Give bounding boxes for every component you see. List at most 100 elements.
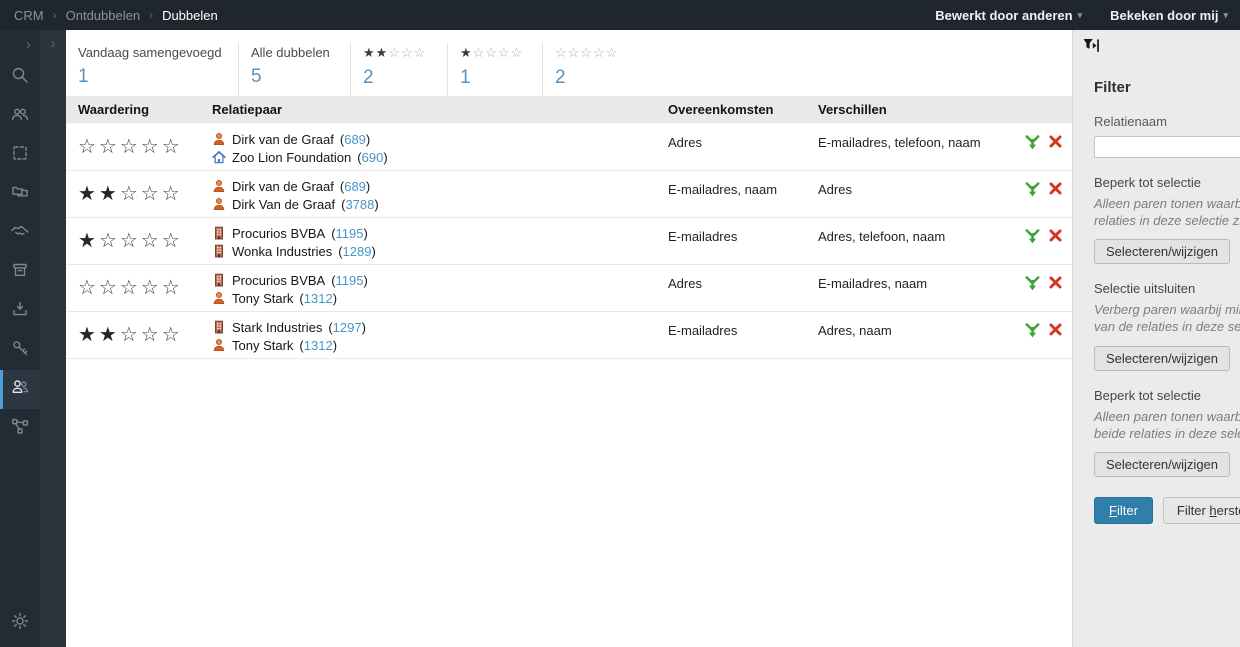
sidebar-item-search[interactable] <box>0 58 40 97</box>
row-matches: E-mailadres <box>668 218 818 264</box>
row-differences: E-mailadres, naam <box>818 265 1012 311</box>
row-differences: E-mailadres, telefoon, naam <box>818 124 1012 170</box>
menu-bewerkt-door-anderen[interactable]: Bewerkt door anderen ▾ <box>935 8 1082 23</box>
filter-title: Filter <box>1094 79 1240 96</box>
key-icon <box>10 338 30 363</box>
stat-item[interactable]: Vandaag samengevoegd 1 <box>66 43 238 96</box>
entity-id-link[interactable]: 3788 <box>345 197 374 212</box>
merge-button[interactable] <box>1025 323 1040 338</box>
select-change-button-3[interactable]: Selecteren/wijzigen <box>1094 452 1230 477</box>
reject-button[interactable] <box>1049 323 1062 336</box>
house-icon <box>212 150 226 164</box>
sidebar-item-import[interactable] <box>0 292 40 331</box>
entity-name: Tony Stark <box>232 291 293 306</box>
menu-bekeken-door-mij[interactable]: Bekeken door mij ▾ <box>1110 8 1228 23</box>
table-row[interactable]: ★★☆☆☆ Stark Industries (1297)Tony Stark(1… <box>66 312 1072 359</box>
sidebar-item-deduplicate[interactable] <box>0 370 40 409</box>
selection-frame-icon <box>10 143 30 168</box>
duplicates-list: ☆☆☆☆☆ Dirk van de Graaf(689)Zoo Lion Fou… <box>66 123 1072 359</box>
merge-button[interactable] <box>1025 229 1040 244</box>
gear-icon <box>10 611 30 636</box>
filter-apply-button[interactable]: Filter <box>1094 497 1153 524</box>
pair-entity: Stark Industries (1297) <box>212 318 668 336</box>
table-row[interactable]: ☆☆☆☆☆ Dirk van de Graaf(689)Zoo Lion Fou… <box>66 124 1072 171</box>
person-icon <box>212 132 226 146</box>
secondary-sidebar-collapsed[interactable]: › <box>40 30 66 647</box>
reject-button[interactable] <box>1049 229 1062 242</box>
entity-id: (1312) <box>299 291 337 306</box>
entity-id-link[interactable]: 1297 <box>333 320 362 335</box>
stat-rating-stars: ★☆☆☆☆ <box>460 45 532 61</box>
relatienaam-input[interactable] <box>1094 136 1240 158</box>
breadcrumb: CRM › Ontdubbelen › Dubbelen <box>14 8 218 23</box>
stat-rating-stars: ☆☆☆☆☆ <box>555 45 627 61</box>
stat-item[interactable]: Alle dubbelen 5 <box>238 43 350 96</box>
entity-id-link[interactable]: 689 <box>344 179 366 194</box>
entity-id-link[interactable]: 1195 <box>336 273 364 288</box>
entity-id: (3788) <box>341 197 379 212</box>
table-row[interactable]: ☆☆☆☆☆ Procurios BVBA(1195)Tony Stark(131… <box>66 265 1072 312</box>
filter-reset-button[interactable]: Filter herstellen <box>1163 497 1240 524</box>
entity-id-link[interactable]: 690 <box>362 150 384 165</box>
handshake-icon <box>10 221 30 246</box>
entity-id-link[interactable]: 689 <box>344 132 366 147</box>
relatienaam-label: Relatienaam <box>1094 114 1240 129</box>
row-differences: Adres, telefoon, naam <box>818 218 1012 264</box>
entity-id-link[interactable]: 1195 <box>336 226 364 241</box>
stat-item[interactable]: ☆☆☆☆☆ 2 <box>542 43 637 96</box>
person-icon <box>212 291 226 305</box>
sidebar-item-network[interactable] <box>0 409 40 448</box>
left-sidebar: › <box>0 30 40 647</box>
reject-button[interactable] <box>1049 135 1062 148</box>
entity-name: Stark Industries <box>232 320 322 335</box>
entity-name: Dirk Van de Graaf <box>232 197 335 212</box>
sidebar-item-agreements[interactable] <box>0 214 40 253</box>
row-rating-stars: ★★☆☆☆ <box>66 312 212 358</box>
entity-id-link[interactable]: 1312 <box>304 338 333 353</box>
merge-button[interactable] <box>1025 182 1040 197</box>
filter-collapse-icon[interactable] <box>1083 38 1102 54</box>
breadcrumb-crm[interactable]: CRM <box>14 8 44 23</box>
sidebar-item-access-keys[interactable] <box>0 331 40 370</box>
row-relation-pair: Procurios BVBA(1195)Wonka Industries(128… <box>212 218 668 264</box>
pair-entity: Procurios BVBA(1195) <box>212 271 668 289</box>
stats-bar: Vandaag samengevoegd 1 Alle dubbelen 5 ★… <box>66 30 1072 96</box>
breadcrumb-dubbelen: Dubbelen <box>162 8 218 23</box>
row-differences: Adres <box>818 171 1012 217</box>
select-change-button-2[interactable]: Selecteren/wijzigen <box>1094 346 1230 371</box>
reject-button[interactable] <box>1049 182 1062 195</box>
column-overeenkomsten: Overeenkomsten <box>668 102 818 117</box>
entity-id: (1297) <box>328 320 366 335</box>
sidebar-item-settings[interactable] <box>0 604 40 643</box>
table-row[interactable]: ★★☆☆☆ Dirk van de Graaf(689)Dirk Van de … <box>66 171 1072 218</box>
pair-entity: Wonka Industries(1289) <box>212 242 668 260</box>
merge-button[interactable] <box>1025 135 1040 150</box>
breadcrumb-ontdubbelen[interactable]: Ontdubbelen <box>66 8 140 23</box>
pair-entity: Tony Stark (1312) <box>212 289 668 307</box>
pair-entity: Tony Stark(1312) <box>212 336 668 354</box>
pair-entity: Dirk van de Graaf(689) <box>212 130 668 148</box>
pair-entity: Dirk van de Graaf(689) <box>212 177 668 195</box>
filter-panel: Filter Relatienaam Beperk tot selectie A… <box>1072 30 1240 647</box>
sidebar-item-folders[interactable] <box>0 175 40 214</box>
entity-id-link[interactable]: 1289 <box>343 244 372 259</box>
table-header: Waardering Relatiepaar Overeenkomsten Ve… <box>66 96 1072 123</box>
sidebar-item-selection[interactable] <box>0 136 40 175</box>
table-row[interactable]: ★☆☆☆☆ Procurios BVBA(1195)Wonka Industri… <box>66 218 1072 265</box>
select-change-button-1[interactable]: Selecteren/wijzigen <box>1094 239 1230 264</box>
network-nodes-icon <box>10 416 30 441</box>
merge-button[interactable] <box>1025 276 1040 291</box>
row-relation-pair: Dirk van de Graaf(689)Zoo Lion Foundatio… <box>212 124 668 170</box>
person-icon <box>212 197 226 211</box>
sidebar-expand-chevron[interactable]: › <box>0 30 40 58</box>
reject-button[interactable] <box>1049 276 1062 289</box>
sidebar-item-relations[interactable] <box>0 97 40 136</box>
entity-id-link[interactable]: 1312 <box>304 291 333 306</box>
stat-item[interactable]: ★☆☆☆☆ 1 <box>447 43 542 96</box>
entity-id: (689) <box>340 179 370 194</box>
section-label-beperk-2: Beperk tot selectie <box>1094 388 1240 403</box>
stat-item[interactable]: ★★☆☆☆ 2 <box>350 43 447 96</box>
pair-entity: Dirk Van de Graaf (3788) <box>212 195 668 213</box>
entity-id: (690) <box>357 150 387 165</box>
sidebar-item-archive[interactable] <box>0 253 40 292</box>
